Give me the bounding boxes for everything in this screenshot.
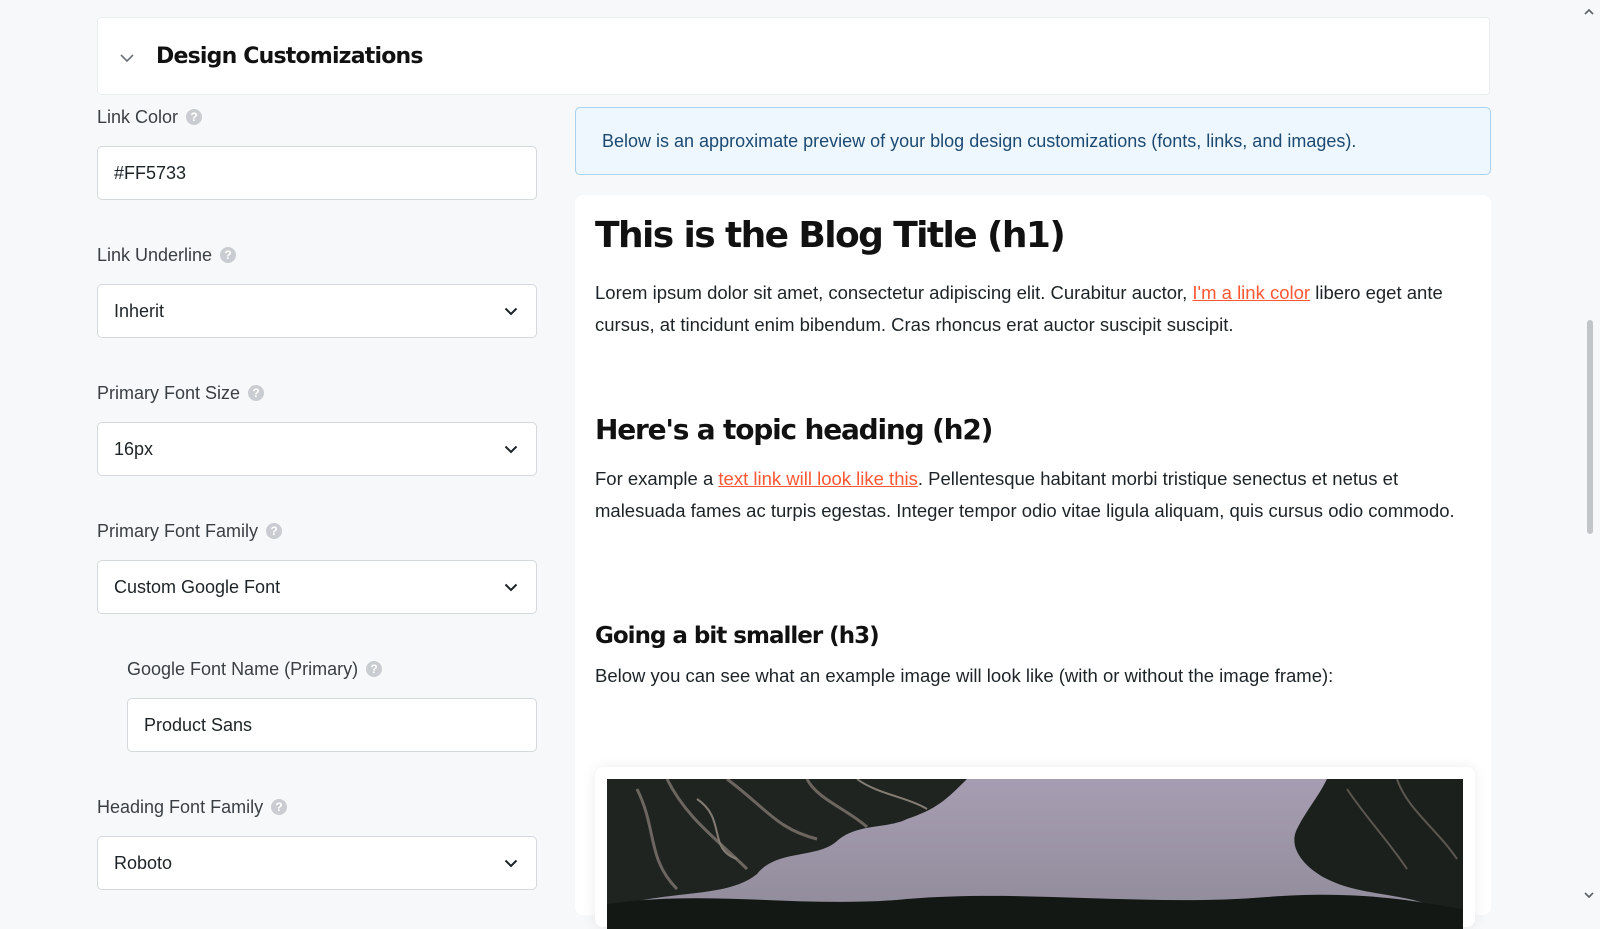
primary-font-size-value: 16px — [114, 438, 154, 459]
chevron-down-icon — [504, 441, 520, 457]
preview-notice-text: Below is an approximate preview of your … — [602, 130, 1357, 151]
link-color-value: #FF5733 — [114, 162, 187, 183]
help-icon[interactable]: ? — [266, 523, 283, 539]
link-underline-value: Inherit — [114, 300, 165, 321]
chevron-down-icon — [504, 855, 520, 871]
chevron-down-icon — [504, 579, 520, 595]
heading-font-family-label: Heading Font Family — [97, 796, 264, 817]
preview-paragraph-1: Lorem ipsum dolor sit amet, consectetur … — [595, 277, 1465, 341]
chevron-down-icon[interactable] — [118, 49, 136, 67]
primary-font-family-value: Custom Google Font — [114, 576, 281, 597]
primary-font-size-field: Primary Font Size ? 16px — [97, 380, 537, 476]
primary-font-size-select[interactable]: 16px — [97, 422, 537, 476]
preview-p1-text: Lorem ipsum dolor sit amet, consectetur … — [595, 282, 1193, 303]
heading-font-family-select[interactable]: Roboto — [97, 836, 537, 890]
preview-p2-text: For example a — [595, 468, 719, 489]
link-underline-select[interactable]: Inherit — [97, 284, 537, 338]
section-title: Design Customizations — [156, 43, 423, 69]
scroll-down-icon[interactable] — [1584, 886, 1594, 904]
google-font-name-primary-label: Google Font Name (Primary) — [127, 658, 359, 679]
chevron-down-icon — [504, 303, 520, 319]
link-color-input[interactable]: #FF5733 — [97, 146, 537, 200]
google-font-name-primary-field: Google Font Name (Primary) ? Product San… — [127, 656, 537, 752]
primary-font-family-field: Primary Font Family ? Custom Google Font — [97, 518, 537, 614]
primary-font-size-label: Primary Font Size — [97, 382, 241, 403]
link-color-label: Link Color — [97, 106, 179, 127]
primary-font-family-select[interactable]: Custom Google Font — [97, 560, 537, 614]
preview-link-2[interactable]: text link will look like this — [718, 468, 917, 489]
help-icon[interactable]: ? — [366, 661, 383, 677]
help-icon[interactable]: ? — [248, 385, 265, 401]
preview-paragraph-3: Below you can see what an example image … — [595, 665, 1334, 686]
preview-h3: Going a bit smaller (h3) — [595, 623, 880, 649]
page-scrollbar[interactable] — [1578, 0, 1600, 900]
preview-paragraph-2: For example a text link will look like t… — [595, 463, 1465, 527]
blog-preview-panel: This is the Blog Title (h1) Lorem ipsum … — [575, 195, 1491, 929]
link-underline-label: Link Underline — [97, 244, 213, 265]
heading-font-family-field: Heading Font Family ? Roboto — [97, 794, 537, 890]
preview-example-image — [607, 779, 1463, 929]
preview-link-1[interactable]: I'm a link color — [1192, 282, 1310, 303]
design-customizations-header[interactable]: Design Customizations — [97, 17, 1490, 95]
google-font-name-primary-input[interactable]: Product Sans — [127, 698, 537, 752]
heading-font-family-value: Roboto — [114, 852, 173, 873]
primary-font-family-label: Primary Font Family — [97, 520, 259, 541]
link-color-field: Link Color ? #FF5733 — [97, 104, 537, 200]
scroll-up-icon[interactable] — [1584, 2, 1594, 20]
preview-image-frame — [595, 767, 1475, 929]
google-font-name-primary-value: Product Sans — [144, 714, 253, 735]
preview-notice: Below is an approximate preview of your … — [575, 107, 1491, 175]
preview-h1: This is the Blog Title (h1) — [595, 215, 1066, 256]
link-underline-field: Link Underline ? Inherit — [97, 242, 537, 338]
help-icon[interactable]: ? — [186, 109, 203, 125]
help-icon[interactable]: ? — [220, 247, 237, 263]
help-icon[interactable]: ? — [271, 799, 288, 815]
preview-h2: Here's a topic heading (h2) — [595, 413, 993, 446]
scrollbar-thumb[interactable] — [1587, 320, 1593, 534]
